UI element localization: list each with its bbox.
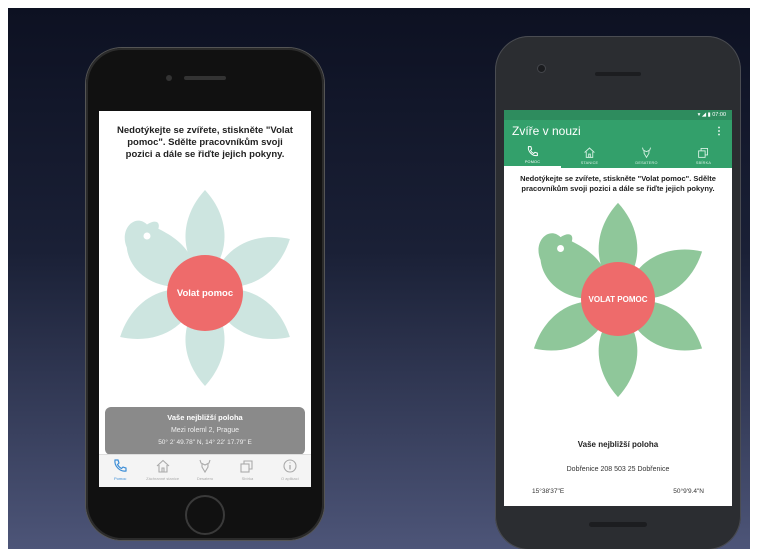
presentation-backdrop: Nedotýkejte se zvířete, stiskněte "Volat… xyxy=(8,8,750,549)
android-instructions: Nedotýkejte se zvířete, stiskněte "Volat… xyxy=(520,174,716,193)
ios-location-card: Vaše nejbližší poloha Mezi roleml 2, Pra… xyxy=(105,407,305,455)
android-screen: ▾ ◢ ▮ 07:00 Zvíře v nouzi ⋮ POMOC STANIC… xyxy=(504,110,732,506)
android-status-bar: ▾ ◢ ▮ 07:00 xyxy=(504,110,732,120)
cards-icon xyxy=(240,460,253,473)
ios-tab-label: Záchranné stanice xyxy=(146,476,180,481)
ios-tab-label: O aplikaci xyxy=(281,476,299,481)
android-tab-bar: POMOC STANICE DESATERO SBÍRKA xyxy=(504,142,732,168)
android-bird-eye xyxy=(557,245,565,252)
android-mockup: ▾ ◢ ▮ 07:00 Zvíře v nouzi ⋮ POMOC STANIC… xyxy=(495,36,741,549)
info-icon xyxy=(283,459,297,473)
ios-location-coords: 50° 2' 49.78" N, 14° 22' 17.79" E xyxy=(158,439,252,446)
deer-icon xyxy=(642,146,651,158)
android-tab-sbirka[interactable]: SBÍRKA xyxy=(675,142,732,168)
android-tab-pomoc[interactable]: POMOC xyxy=(504,142,561,168)
ios-tab-label: Pomoc xyxy=(113,476,127,481)
ios-tab-label: Sbírka xyxy=(241,476,254,481)
overflow-menu-icon[interactable]: ⋮ xyxy=(714,126,724,137)
ios-screen: Nedotýkejte se zvířete, stiskněte "Volat… xyxy=(99,111,311,487)
ios-tab-label: Desatero xyxy=(196,476,214,481)
iphone-home-button[interactable] xyxy=(185,495,225,535)
ios-location-address: Mezi roleml 2, Prague xyxy=(170,427,240,434)
home-icon xyxy=(156,459,169,473)
android-app-bar: Zvíře v nouzi ⋮ xyxy=(504,120,732,142)
ios-tab-info[interactable]: O aplikaci xyxy=(269,455,311,487)
front-camera xyxy=(166,75,172,81)
bottom-speaker-grill xyxy=(589,522,647,527)
android-tab-label: DESATERO xyxy=(635,160,658,165)
ios-instructions: Nedotýkejte se zvířete, stiskněte "Volat… xyxy=(117,125,293,160)
android-call-button-label: VOLAT POMOC xyxy=(588,294,648,304)
android-longitude: 15°38'37"E xyxy=(532,488,565,495)
android-coordinates: 15°38'37"E 50°9'9.4"N xyxy=(532,488,704,495)
ios-tab-bar: Pomoc Záchranné stanice Desatero Sbírka … xyxy=(99,454,311,487)
earpiece-speaker xyxy=(184,76,226,80)
android-tab-stanice[interactable]: STANICE xyxy=(561,142,618,168)
ios-tab-sbirka[interactable]: Sbírka xyxy=(226,455,268,487)
android-tab-desatero[interactable]: DESATERO xyxy=(618,142,675,168)
android-location-address: Dobřenice 208 503 25 Dobřenice xyxy=(566,466,670,473)
home-icon xyxy=(584,146,595,158)
android-latitude: 50°9'9.4"N xyxy=(673,488,704,495)
app-title: Zvíře v nouzi xyxy=(512,124,581,138)
android-call-button[interactable]: VOLAT POMOC xyxy=(581,262,655,336)
earpiece-speaker xyxy=(595,72,641,76)
android-tab-label: POMOC xyxy=(524,159,541,164)
phone-icon xyxy=(527,145,538,156)
status-time: 07:00 xyxy=(712,112,726,118)
phone-icon xyxy=(114,459,127,472)
ios-tab-pomoc[interactable]: Pomoc xyxy=(99,455,141,487)
ios-call-button[interactable]: Volat pomoc xyxy=(167,255,243,331)
ios-tab-stanice[interactable]: Záchranné stanice xyxy=(141,455,183,487)
ios-call-button-label: Volat pomoc xyxy=(176,287,234,299)
ios-tab-desatero[interactable]: Desatero xyxy=(184,455,226,487)
cards-icon xyxy=(698,147,709,158)
deer-icon xyxy=(199,459,211,474)
ios-bird-eye xyxy=(143,232,151,240)
ios-location-title: Vaše nejbližší poloha xyxy=(167,413,243,422)
signal-icon: ▾ ◢ ▮ xyxy=(697,112,713,118)
front-camera xyxy=(537,64,546,73)
iphone-mockup: Nedotýkejte se zvířete, stiskněte "Volat… xyxy=(86,48,324,540)
android-location-title: Vaše nejbližší poloha xyxy=(577,440,659,449)
android-tab-label: SBÍRKA xyxy=(695,160,712,165)
android-tab-label: STANICE xyxy=(580,160,599,165)
